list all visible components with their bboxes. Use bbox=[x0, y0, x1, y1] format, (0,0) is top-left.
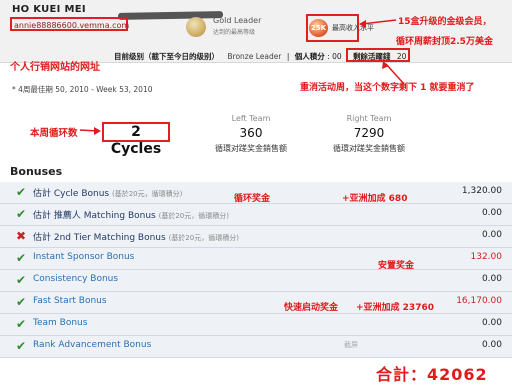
faint-footer-text: 截屏 bbox=[344, 341, 358, 349]
check-icon: ✔ bbox=[16, 317, 27, 331]
bonus-amount: 0.00 bbox=[481, 318, 502, 328]
left-team-sublabel: 循環对蹉奖金銷售额 bbox=[215, 144, 287, 153]
restart-week-annotation: 重消活动周，当这个数字剩下 1 就要重消了 bbox=[300, 83, 475, 93]
check-icon: ✔ bbox=[16, 295, 27, 309]
bonus-label: Team Bonus bbox=[33, 318, 88, 328]
bonuses-heading: Bonuses bbox=[10, 165, 63, 178]
check-icon: ✔ bbox=[16, 207, 27, 221]
check-icon: ✔ bbox=[16, 339, 27, 353]
week-range: * 4周最佳期 50, 2010 - Week 53, 2010 bbox=[12, 85, 153, 94]
check-icon: ✔ bbox=[16, 273, 27, 287]
bonus-amount: 0.00 bbox=[481, 208, 502, 218]
bonus-amount: 0.00 bbox=[481, 230, 502, 240]
bonus-amount: 0.00 bbox=[481, 340, 502, 350]
x-mark-icon: ✖ bbox=[16, 229, 27, 243]
cycles-value: 2 Cycles bbox=[102, 122, 170, 157]
asia-fast-annotation: +亚洲加成 23760 bbox=[356, 303, 434, 313]
bonus-label: Consistency Bonus bbox=[33, 274, 119, 284]
cycle-bonus-annotation: 循环奖金 bbox=[234, 194, 271, 204]
left-team-value: 360 bbox=[239, 126, 263, 140]
bonus-amount: 132.00 bbox=[470, 252, 503, 262]
sponsor-bonus-annotation: 安置奖金 bbox=[378, 261, 415, 271]
bonus-label: Instant Sponsor Bonus bbox=[33, 252, 135, 262]
bonus-label: 估計 推薦人 Matching Bonus (基於20元，循環積分) bbox=[33, 211, 229, 221]
asia-cycle-annotation: +亚洲加成 680 bbox=[342, 194, 408, 204]
bonus-label: Fast Start Bonus bbox=[33, 296, 107, 306]
bonus-amount: 0.00 bbox=[481, 274, 502, 284]
fast-start-annotation: 快速启动奖金 bbox=[284, 303, 339, 313]
check-icon: ✔ bbox=[16, 185, 27, 199]
right-team-value: 7290 bbox=[353, 126, 385, 140]
total-annotation: 合計：42062 bbox=[376, 365, 488, 384]
right-team-sublabel: 循環对蹉奖金銷售额 bbox=[333, 144, 405, 153]
cycles-annotation: 本周循环数 bbox=[30, 128, 78, 139]
right-team-label: Right Team bbox=[346, 114, 392, 123]
check-icon: ✔ bbox=[16, 251, 27, 265]
bonus-label: 估計 Cycle Bonus (基於20元，循環積分) bbox=[33, 189, 183, 199]
bonus-amount: 16,170.00 bbox=[456, 296, 502, 306]
bonus-label: Rank Advancement Bonus bbox=[33, 340, 152, 350]
bonus-label: 估計 2nd Tier Matching Bonus (基於20元，循環積分) bbox=[33, 233, 239, 243]
bonus-amount: 1,320.00 bbox=[461, 186, 502, 196]
left-team-label: Left Team bbox=[231, 114, 271, 123]
